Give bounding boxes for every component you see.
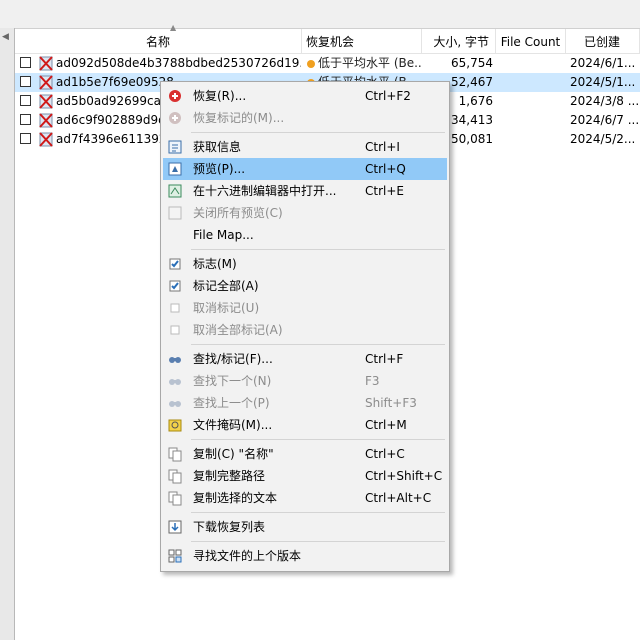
recover-marked-icon <box>169 112 181 124</box>
close-previews-icon <box>168 206 182 220</box>
top-toolbar <box>0 0 640 29</box>
menu-item-get-info[interactable]: 获取信息 Ctrl+I <box>163 136 447 158</box>
deleted-file-icon <box>39 56 53 71</box>
menu-item-find-prev[interactable]: 查找上一个(P) Shift+F3 <box>163 392 447 414</box>
menu-item-recover-marked[interactable]: 恢复标记的(M)... <box>163 107 447 129</box>
row-checkbox[interactable] <box>20 57 31 68</box>
column-size[interactable]: 大小, 字节 <box>422 29 496 53</box>
deleted-file-icon <box>39 132 53 147</box>
menu-item-file-map[interactable]: File Map... <box>163 224 447 246</box>
column-name[interactable]: 名称 <box>15 29 302 53</box>
file-created: 2024/6/7 ... <box>570 113 640 127</box>
deleted-file-icon <box>39 94 53 109</box>
row-checkbox[interactable] <box>20 76 31 87</box>
check-all-icon <box>169 280 181 292</box>
find-icon <box>169 357 181 363</box>
file-name: ad092d508de4b3788bdbed2530726d19.png <box>56 56 301 70</box>
menu-item-close-previews[interactable]: 关闭所有预览(C) <box>163 202 447 224</box>
menu-separator <box>191 512 445 513</box>
recovery-chance: 低于平均水平 (Be... <box>318 56 422 70</box>
copy-path-icon <box>168 469 182 484</box>
file-created: 2024/5/2... <box>570 132 636 146</box>
menu-item-preview[interactable]: 预览(P)... Ctrl+Q <box>163 158 447 180</box>
hex-editor-icon <box>168 184 182 198</box>
check-icon <box>169 258 181 270</box>
copy-icon <box>168 447 182 462</box>
menu-separator <box>191 249 445 250</box>
preview-icon <box>168 162 182 176</box>
info-icon <box>168 140 182 154</box>
left-tree-pane[interactable]: ◀ <box>0 28 15 640</box>
uncheck-all-icon <box>170 325 180 335</box>
menu-item-previous-version[interactable]: 寻找文件的上个版本 <box>163 545 447 567</box>
uncheck-icon <box>170 303 180 313</box>
column-created[interactable]: 已创建 <box>566 29 640 53</box>
file-created: 2024/5/1... <box>570 75 636 89</box>
column-header: ▲ 名称 恢复机会 大小, 字节 File Count 已创建 <box>15 23 640 54</box>
column-recovery[interactable]: 恢复机会 <box>302 29 422 53</box>
menu-item-mark-all[interactable]: 标记全部(A) <box>163 275 447 297</box>
row-checkbox[interactable] <box>20 95 31 106</box>
download-list-icon <box>168 520 182 534</box>
menu-item-unmark[interactable]: 取消标记(U) <box>163 297 447 319</box>
menu-item-copy-name[interactable]: 复制(C) "名称" Ctrl+C <box>163 443 447 465</box>
menu-separator <box>191 132 445 133</box>
file-created: 2024/6/1... <box>570 56 636 70</box>
row-checkbox[interactable] <box>20 114 31 125</box>
column-file-count[interactable]: File Count <box>496 29 566 53</box>
menu-item-mark[interactable]: 标志(M) <box>163 253 447 275</box>
menu-item-find-next[interactable]: 查找下一个(N) F3 <box>163 370 447 392</box>
table-row[interactable]: ad092d508de4b3788bdbed2530726d19.png 低于平… <box>15 54 640 73</box>
menu-item-hex-editor[interactable]: 在十六进制编辑器中打开... Ctrl+E <box>163 180 447 202</box>
recovery-dot-icon <box>307 60 315 68</box>
file-size: 65,754 <box>451 56 493 70</box>
menu-separator <box>191 541 445 542</box>
deleted-file-icon <box>39 113 53 128</box>
previous-version-icon <box>168 549 182 563</box>
scroll-left-icon[interactable]: ◀ <box>2 32 9 42</box>
copy-text-icon <box>168 491 182 506</box>
menu-item-unmark-all[interactable]: 取消全部标记(A) <box>163 319 447 341</box>
menu-item-recover[interactable]: 恢复(R)... Ctrl+F2 <box>163 85 447 107</box>
context-menu: 恢复(R)... Ctrl+F2 恢复标记的(M)... 获取信息 Ctrl+I… <box>160 81 450 572</box>
deleted-file-icon <box>39 75 53 90</box>
find-next-icon <box>169 379 181 385</box>
menu-item-find[interactable]: 查找/标记(F)... Ctrl+F <box>163 348 447 370</box>
menu-separator <box>191 439 445 440</box>
menu-item-download-list[interactable]: 下载恢复列表 <box>163 516 447 538</box>
row-checkbox[interactable] <box>20 133 31 144</box>
file-mask-icon <box>168 419 182 432</box>
menu-item-copy-path[interactable]: 复制完整路径 Ctrl+Shift+C <box>163 465 447 487</box>
menu-separator <box>191 344 445 345</box>
recover-icon <box>169 90 181 102</box>
menu-item-copy-text[interactable]: 复制选择的文本 Ctrl+Alt+C <box>163 487 447 509</box>
menu-item-file-mask[interactable]: 文件掩码(M)... Ctrl+M <box>163 414 447 436</box>
file-created: 2024/3/8 ... <box>570 94 640 108</box>
find-prev-icon <box>169 401 181 407</box>
